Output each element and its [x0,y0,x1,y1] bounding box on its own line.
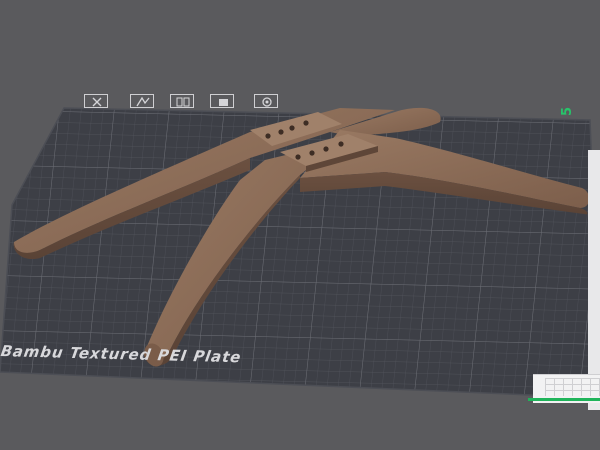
x-axis-indicator [528,398,600,401]
side-panel-edge[interactable] [588,150,600,410]
3d-viewport[interactable]: 5 Bambu Textured PEI Plate [0,0,600,450]
close-icon[interactable] [84,94,108,108]
auto-arrange-icon[interactable] [130,94,154,108]
build-plate-scene [0,107,600,399]
lock-icon[interactable] [210,94,234,108]
orient-icon[interactable] [170,94,194,108]
settings-icon[interactable] [254,94,278,108]
plate-number[interactable]: 5 [560,107,575,116]
view-navigator-grid [545,378,600,396]
